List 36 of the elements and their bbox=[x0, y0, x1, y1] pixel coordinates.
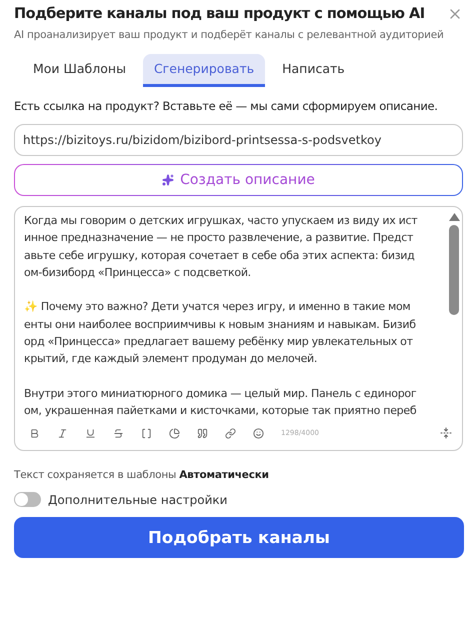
text-line: ✨ Почему это важно? Дети учатся через игру, и именно в такие мом bbox=[24, 299, 412, 316]
create-description-button[interactable]: Создать описание bbox=[14, 164, 463, 196]
link-icon[interactable] bbox=[225, 428, 236, 438]
advanced-settings-toggle[interactable] bbox=[14, 492, 41, 507]
text-line: Когда мы говорим о детских игрушках, часто упускаем из виду их ист bbox=[24, 213, 418, 229]
collapse-icon[interactable] bbox=[440, 427, 452, 439]
sparkle-icon bbox=[162, 174, 174, 186]
strikethrough-icon[interactable] bbox=[113, 428, 124, 438]
text-line: крытий, где каждый элемент продуман до мелочей. bbox=[24, 351, 318, 368]
autosave-note: Текст сохраняется в шаблоны Автоматически bbox=[14, 469, 270, 481]
description-editor[interactable] bbox=[14, 206, 463, 451]
text-line: авьте себе игрушку, которая сочетает в себе оба этих аспекта: бизид bbox=[24, 248, 416, 264]
text-line: инное предназначение — не просто развлечение, а развитие. Предст bbox=[24, 230, 414, 246]
dialog-subtitle: AI проанализирует ваш продукт и подберёт каналы с релевантной аудиторией bbox=[14, 29, 445, 41]
pie-chart-icon[interactable] bbox=[169, 428, 180, 438]
url-field[interactable]: https://bizitoys.ru/bizidom/bizibord-printsessa-s-podsvetkoy bbox=[14, 124, 463, 156]
underline-icon[interactable] bbox=[85, 428, 96, 438]
quote-icon[interactable] bbox=[197, 428, 208, 438]
brackets-icon[interactable] bbox=[141, 428, 152, 438]
toggle-label: Дополнительные настройки bbox=[48, 492, 228, 506]
text-line: енты они наиболее восприимчивы к новым знаниям и навыкам. Бизиб bbox=[24, 316, 417, 333]
tab[interactable]: Сгенерировать bbox=[142, 54, 266, 87]
tab[interactable]: Написать bbox=[271, 54, 356, 87]
text-line: Внутри этого миниатюрного домика — целый мир. Панель с единорог bbox=[24, 386, 418, 402]
hint-text: Есть ссылка на продукт? Вставьте её — мы сами сформируем описание. bbox=[14, 99, 439, 113]
tab[interactable]: Мои Шаблоны bbox=[22, 54, 137, 87]
smiley-icon[interactable] bbox=[253, 428, 264, 438]
submit-button[interactable]: Подобрать каналы bbox=[14, 517, 464, 558]
dialog-title: Подберите каналы под ваш продукт с помощью AI bbox=[14, 6, 425, 22]
scroll-up-icon[interactable] bbox=[448, 213, 460, 221]
bold-icon[interactable] bbox=[29, 428, 40, 438]
text-line: ом-бизиборд «Принцесса» с подсветкой. bbox=[24, 264, 252, 281]
scrollbar-thumb[interactable] bbox=[449, 225, 459, 315]
italic-icon[interactable] bbox=[57, 428, 68, 438]
text-line: орд «Принцесса» предлагает вашему ребёнку мир увлекательных от bbox=[24, 334, 414, 350]
text-line: ом, украшенная пайетками и кисточками, которые так приятно переб bbox=[24, 403, 418, 420]
